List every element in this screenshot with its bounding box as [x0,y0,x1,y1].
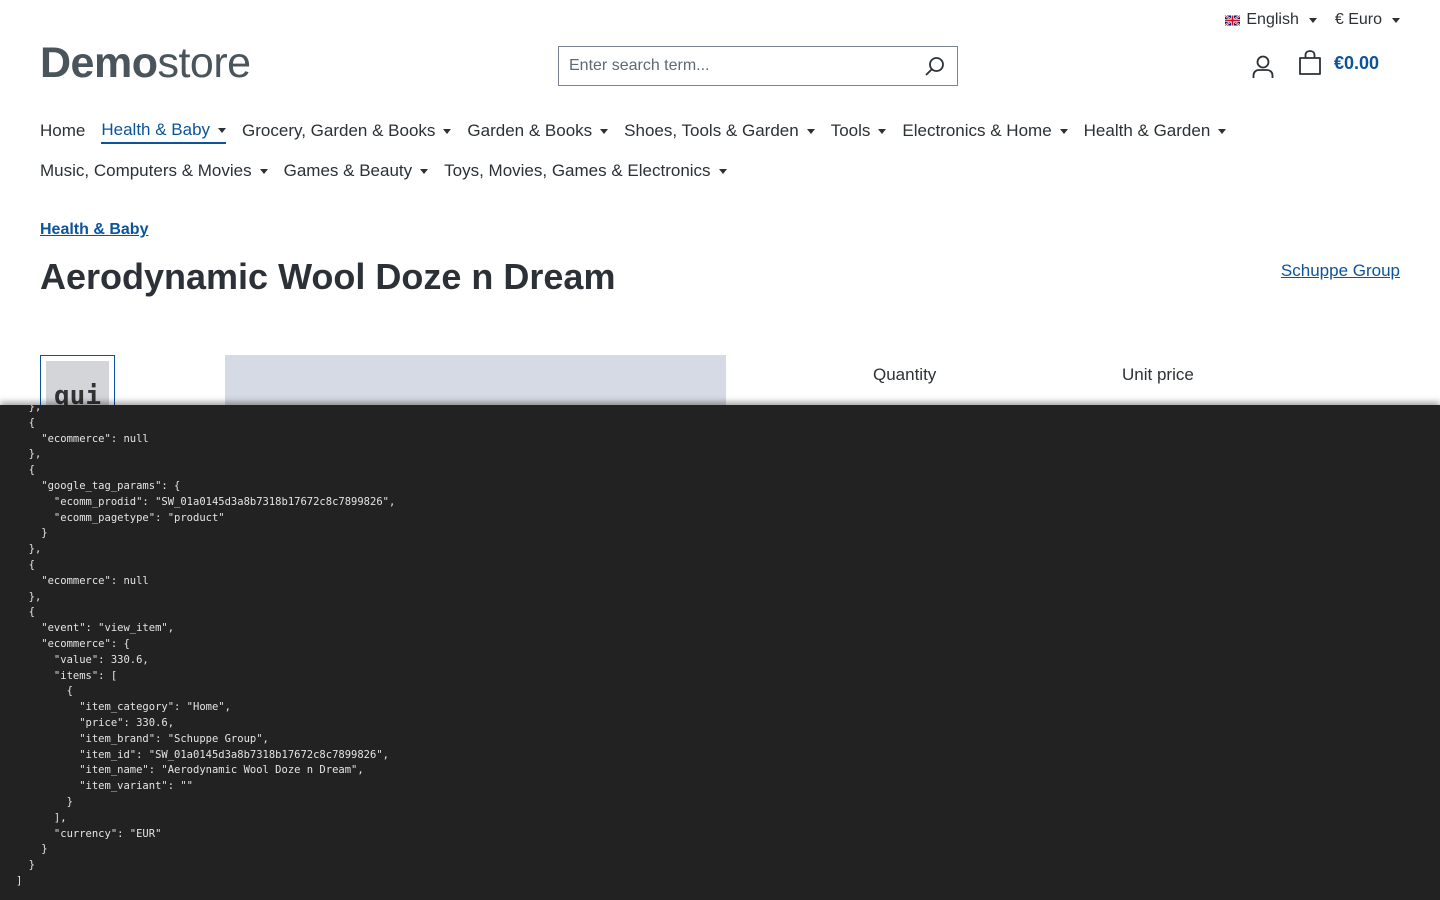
nav-item-games-beauty[interactable]: Games & Beauty [284,159,429,183]
breadcrumb-link[interactable]: Health & Baby [40,221,148,239]
search-bar [558,46,958,86]
nav-item-health-garden[interactable]: Health & Garden [1084,119,1227,143]
nav-item-label: Music, Computers & Movies [40,161,252,180]
nav-item-label: Tools [830,121,871,140]
nav-item-home[interactable]: Home [40,119,85,143]
nav-item-label: Home [40,121,86,140]
search-icon [925,57,944,76]
logo-light-text: store [157,39,251,87]
search-button[interactable] [913,47,957,85]
nav-item-label: Toys, Movies, Games & Electronics [444,161,711,180]
nav-item-music-computers-movies[interactable]: Music, Computers & Movies [40,159,268,183]
nav-item-electronics-home[interactable]: Electronics & Home [902,119,1068,143]
chevron-down-icon [218,127,227,133]
nav-row-1: Home Health & Baby Grocery, Garden & Boo… [40,116,1400,146]
thumbnail-image: qui [46,361,109,409]
chevron-down-icon [420,168,429,174]
top-bar: English € Euro [1225,8,1400,32]
chevron-down-icon [1392,17,1400,23]
currency-selector[interactable]: € Euro [1335,11,1400,29]
nav-item-label: Health & Baby [101,120,211,139]
currency-label: € Euro [1334,11,1382,28]
cart-total: €0.00 [1334,52,1380,73]
chevron-down-icon [718,168,727,174]
user-icon [1252,55,1274,78]
cart-button[interactable]: €0.00 [1298,50,1379,76]
nav-row-2: Music, Computers & Movies Games & Beauty… [40,156,1400,186]
main-navigation: Home Health & Baby Grocery, Garden & Boo… [40,116,1400,196]
chevron-down-icon [600,128,609,134]
store-logo[interactable]: Demostore [40,38,251,88]
nav-item-garden-books[interactable]: Garden & Books [467,119,609,143]
chevron-down-icon [806,128,815,134]
nav-item-label: Garden & Books [467,121,593,140]
chevron-down-icon [259,168,268,174]
nav-item-label: Games & Beauty [283,161,413,180]
account-button[interactable] [1250,54,1276,80]
datalayer-console-panel[interactable]: }, { "ecommerce": null }, { "google_tag_… [0,405,1440,900]
nav-item-shoes-tools-garden[interactable]: Shoes, Tools & Garden [624,119,815,143]
nav-item-health-baby[interactable]: Health & Baby [101,118,227,144]
shopping-bag-icon [1299,50,1321,75]
nav-item-toys-movies-games-electronics[interactable]: Toys, Movies, Games & Electronics [444,159,727,183]
console-output: }, { "ecommerce": null }, { "google_tag_… [16,405,396,887]
uk-flag-icon [1225,14,1241,26]
manufacturer-link[interactable]: Schuppe Group [1281,261,1400,281]
chevron-down-icon [443,128,452,134]
language-selector[interactable]: English [1225,11,1317,29]
product-title: Aerodynamic Wool Doze n Dream [40,256,616,297]
unit-price-header: Unit price [1122,365,1194,384]
nav-item-grocery-garden-books[interactable]: Grocery, Garden & Books [242,119,452,143]
nav-item-label: Shoes, Tools & Garden [624,121,799,140]
language-label: English [1246,11,1299,28]
nav-item-label: Grocery, Garden & Books [242,121,436,140]
search-input[interactable] [559,47,913,85]
logo-bold-text: Demo [40,39,158,87]
chevron-down-icon [1308,17,1317,23]
nav-item-label: Health & Garden [1083,121,1211,140]
chevron-down-icon [878,128,887,134]
chevron-down-icon [1218,128,1227,134]
quantity-header: Quantity [873,365,937,384]
nav-item-tools[interactable]: Tools [831,119,887,143]
chevron-down-icon [1059,128,1068,134]
nav-item-label: Electronics & Home [902,121,1052,140]
